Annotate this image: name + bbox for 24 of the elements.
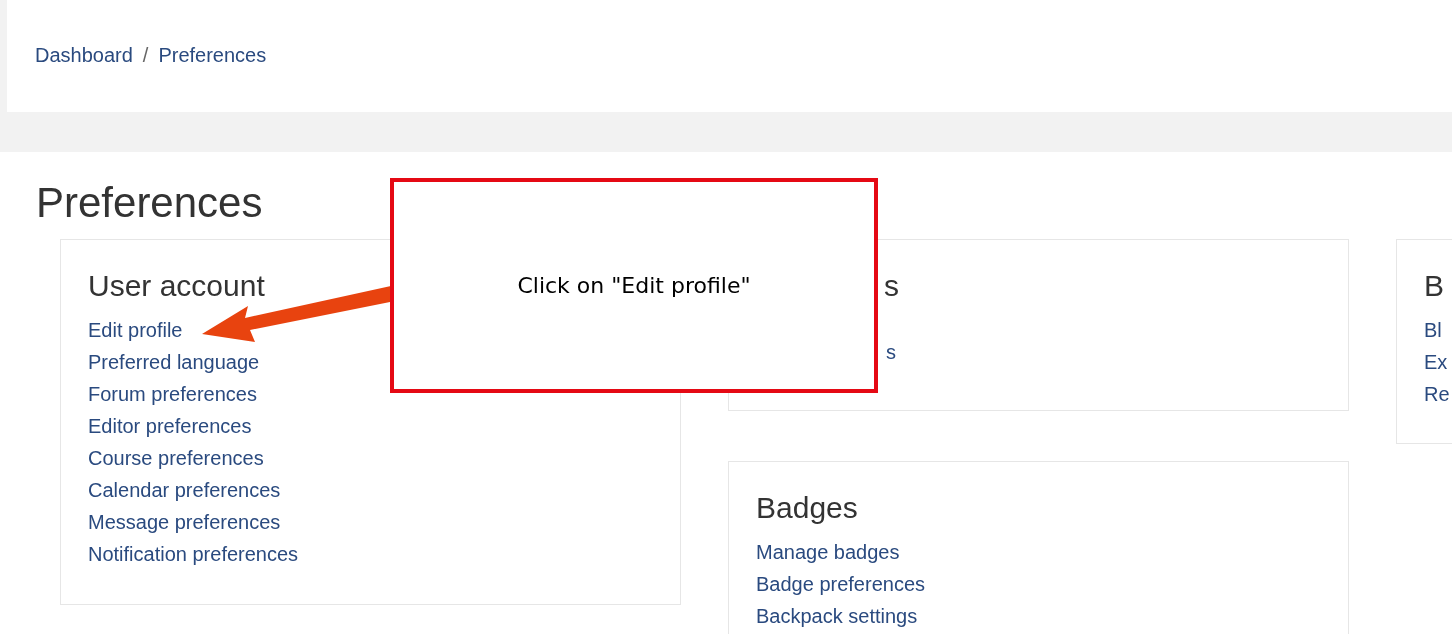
preference-link[interactable]: Manage badges	[756, 536, 900, 568]
preference-link[interactable]: Bl	[1424, 314, 1442, 346]
card-title: s	[884, 268, 899, 304]
card-title: User account	[88, 268, 265, 304]
preference-link[interactable]: Preferred language	[88, 346, 260, 378]
preference-link[interactable]: Calendar preferences	[88, 474, 281, 506]
card-title: Badges	[756, 490, 858, 526]
preference-link[interactable]: Badge preferences	[756, 568, 925, 600]
preference-link[interactable]: Edit profile	[88, 314, 183, 346]
preference-link[interactable]: Notification preferences	[88, 538, 299, 570]
page-title: Preferences	[36, 178, 264, 228]
preference-link[interactable]: Re	[1424, 378, 1450, 410]
preference-link[interactable]: Ex	[1424, 346, 1448, 378]
card-title: B	[1424, 268, 1444, 304]
callout-text: Click on "Edit profile"	[517, 272, 751, 300]
preference-link[interactable]: s	[886, 336, 896, 368]
preference-link[interactable]: Editor preferences	[88, 410, 252, 442]
breadcrumb-separator: /	[142, 43, 149, 68]
breadcrumb-link[interactable]: Preferences	[158, 40, 267, 70]
preference-link[interactable]: Backpack settings	[756, 600, 918, 632]
breadcrumb-link[interactable]: Dashboard	[35, 40, 133, 70]
preference-link[interactable]: Message preferences	[88, 506, 281, 538]
preference-link[interactable]: Forum preferences	[88, 378, 257, 410]
preference-link[interactable]: Course preferences	[88, 442, 264, 474]
